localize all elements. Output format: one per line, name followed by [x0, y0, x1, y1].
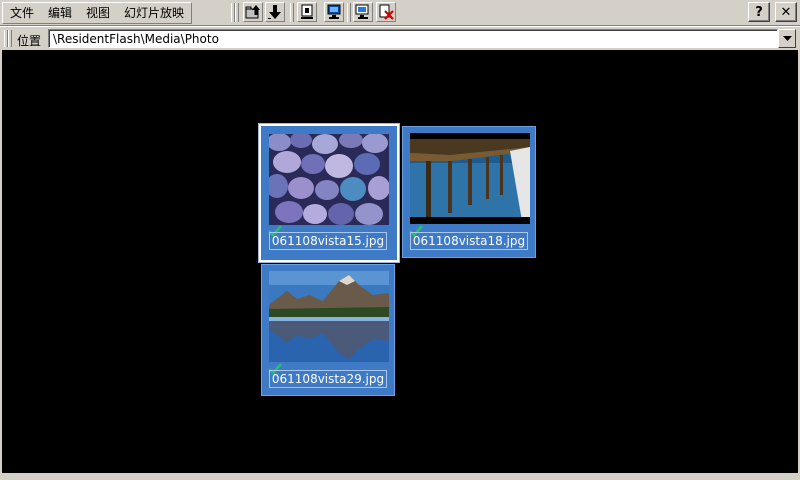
- menu-file[interactable]: 文件: [3, 3, 41, 23]
- address-label: 位置: [17, 34, 42, 48]
- download-icon: [268, 5, 281, 19]
- thumbnail-image: [269, 271, 389, 362]
- address-bar-grip-2[interactable]: [8, 30, 12, 47]
- toolbar-grip-2[interactable]: [235, 3, 239, 22]
- toolbar: 文件 编辑 视图 幻灯片放映 ? ✕: [0, 0, 800, 26]
- up-folder-button[interactable]: [243, 2, 263, 22]
- display-button[interactable]: [324, 2, 344, 22]
- file-tile[interactable]: 061108vista15.jpg: [258, 123, 400, 263]
- file-tile[interactable]: 061108vista18.jpg: [402, 126, 536, 258]
- thumbnail-image: [269, 134, 389, 225]
- up-folder-icon: [245, 5, 260, 19]
- menu-bar: 文件 编辑 视图 幻灯片放映: [2, 2, 193, 24]
- properties-button[interactable]: [297, 2, 317, 22]
- address-dropdown-button[interactable]: [778, 29, 796, 48]
- menu-view[interactable]: 视图: [79, 3, 117, 23]
- thumbnail-image: [410, 133, 530, 224]
- download-button[interactable]: [265, 2, 285, 22]
- file-tile[interactable]: 061108vista29.jpg: [261, 264, 395, 396]
- file-name: 061108vista29.jpg: [269, 370, 387, 388]
- properties-icon: [301, 4, 313, 19]
- toolbar-separator-2: [347, 3, 351, 22]
- help-button[interactable]: ?: [748, 2, 770, 22]
- toolbar-separator: [290, 3, 294, 22]
- chevron-down-icon: [782, 35, 792, 41]
- file-name: 061108vista18.jpg: [410, 232, 528, 250]
- status-strip: [0, 473, 800, 480]
- address-value: \ResidentFlash\Media\Photo: [53, 32, 219, 46]
- address-bar: 位置 \ResidentFlash\Media\Photo: [0, 26, 800, 51]
- display-icon: [327, 4, 341, 19]
- file-name: 061108vista15.jpg: [269, 232, 387, 250]
- menu-edit[interactable]: 编辑: [41, 3, 79, 23]
- file-view[interactable]: 061108vista15.jpg 061108vista18.jpg 0611…: [2, 50, 798, 473]
- slideshow-button[interactable]: [353, 2, 373, 22]
- slideshow-icon: [355, 4, 369, 19]
- address-input[interactable]: \ResidentFlash\Media\Photo: [48, 29, 778, 48]
- close-button[interactable]: ✕: [775, 2, 797, 22]
- delete-button[interactable]: [376, 2, 396, 22]
- menu-slideshow[interactable]: 幻灯片放映: [117, 3, 191, 23]
- delete-icon: [379, 4, 394, 20]
